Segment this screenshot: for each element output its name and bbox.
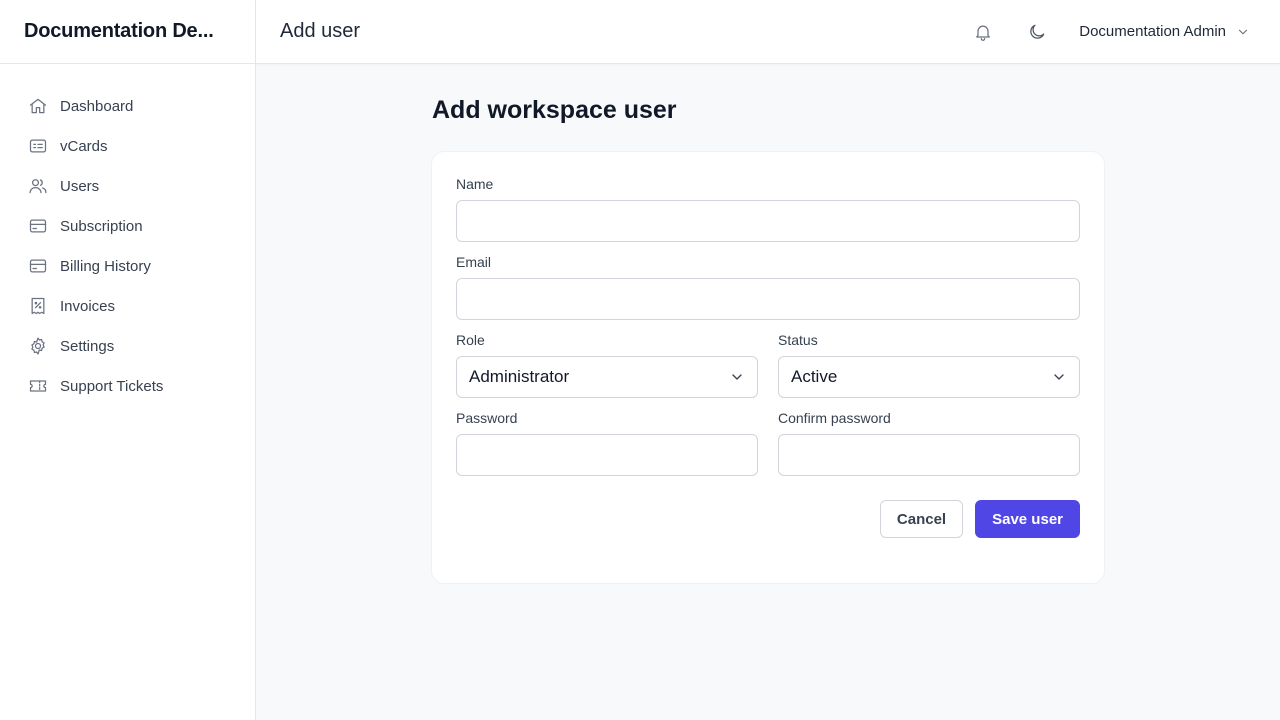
confirm-password-input[interactable]	[778, 434, 1080, 476]
credit-card-icon	[28, 216, 48, 236]
sidebar-item-label: Dashboard	[60, 97, 134, 115]
add-user-form: Name Email Role Administrator Status Act…	[432, 152, 1104, 583]
header-title: Add user	[280, 20, 361, 42]
main-content: Add workspace user Name Email Role Admin…	[256, 64, 1280, 720]
sidebar-item-dashboard[interactable]: Dashboard	[0, 86, 255, 126]
receipt-icon	[28, 296, 48, 316]
status-field-group: Status Active	[778, 332, 1080, 398]
sidebar-item-label: Settings	[60, 337, 115, 355]
chevron-down-icon	[732, 374, 742, 380]
theme-toggle-button[interactable]	[1025, 20, 1049, 44]
sidebar-item-settings[interactable]: Settings	[0, 326, 255, 366]
cancel-button[interactable]: Cancel	[879, 500, 964, 538]
status-select-value: Active	[791, 367, 838, 386]
user-menu[interactable]: Documentation Admin	[1079, 23, 1250, 40]
confirm-password-field-group: Confirm password	[778, 410, 1080, 476]
status-select[interactable]: Active	[778, 356, 1080, 398]
ticket-icon	[28, 376, 48, 396]
role-status-row: Role Administrator Status Active	[456, 332, 1080, 410]
email-input[interactable]	[456, 278, 1080, 320]
top-header: Add user Documentation Admin	[256, 0, 1280, 64]
sidebar: Documentation De... Dashboard vCards Use…	[0, 0, 256, 720]
sidebar-item-label: Billing History	[60, 257, 151, 275]
role-select-value: Administrator	[469, 367, 570, 386]
name-field-group: Name	[456, 176, 1080, 242]
page-title: Add workspace user	[432, 96, 677, 124]
name-label: Name	[456, 176, 494, 192]
users-icon	[28, 176, 48, 196]
email-field-group: Email	[456, 254, 1080, 320]
app-root: Documentation De... Dashboard vCards Use…	[0, 0, 1280, 720]
notifications-button[interactable]	[971, 20, 995, 44]
role-label: Role	[456, 332, 485, 348]
id-card-icon	[28, 136, 48, 156]
sidebar-item-users[interactable]: Users	[0, 166, 255, 206]
password-row: Password Confirm password	[456, 410, 1080, 488]
chevron-down-icon	[1238, 29, 1248, 34]
role-field-group: Role Administrator	[456, 332, 758, 398]
password-field-group: Password	[456, 410, 758, 476]
form-actions: Cancel Save user	[456, 500, 1080, 538]
sidebar-item-support-tickets[interactable]: Support Tickets	[0, 366, 255, 406]
sidebar-item-subscription[interactable]: Subscription	[0, 206, 255, 246]
password-input[interactable]	[456, 434, 758, 476]
role-select[interactable]: Administrator	[456, 356, 758, 398]
password-label: Password	[456, 410, 518, 426]
status-label: Status	[778, 332, 818, 348]
sidebar-item-billing-history[interactable]: Billing History	[0, 246, 255, 286]
credit-card-icon	[28, 256, 48, 276]
gear-icon	[28, 336, 48, 356]
sidebar-item-label: Support Tickets	[60, 377, 164, 395]
sidebar-item-label: Invoices	[60, 297, 116, 315]
sidebar-nav: Dashboard vCards Users Subscription Bill…	[0, 64, 255, 406]
save-user-button[interactable]: Save user	[975, 500, 1080, 538]
moon-icon	[1030, 24, 1045, 39]
brand: Documentation De...	[0, 0, 255, 64]
email-label: Email	[456, 254, 492, 270]
bell-icon	[976, 25, 991, 41]
brand-name[interactable]: Documentation De...	[24, 20, 214, 43]
home-icon	[28, 96, 48, 116]
user-name: Documentation Admin	[1079, 23, 1226, 40]
header-actions: Documentation Admin	[971, 20, 1256, 44]
sidebar-item-label: Users	[60, 177, 100, 195]
sidebar-item-invoices[interactable]: Invoices	[0, 286, 255, 326]
name-input[interactable]	[456, 200, 1080, 242]
sidebar-item-label: Subscription	[60, 217, 143, 235]
chevron-down-icon	[1054, 374, 1064, 380]
confirm-password-label: Confirm password	[778, 410, 891, 426]
sidebar-item-vcards[interactable]: vCards	[0, 126, 255, 166]
sidebar-item-label: vCards	[60, 137, 108, 155]
